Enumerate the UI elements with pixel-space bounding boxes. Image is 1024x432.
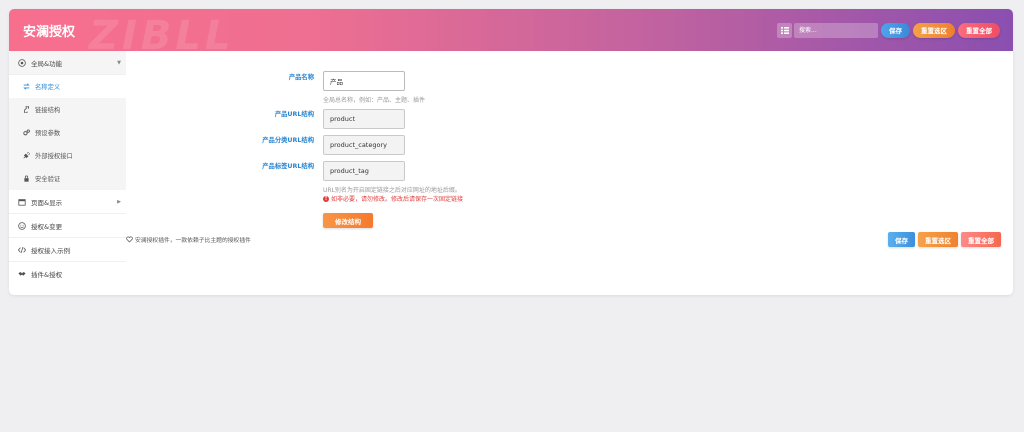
calendar-icon [18,198,26,206]
page-title: 安澜授权 [23,25,76,40]
sidebar-item-label: 预设参数 [35,130,61,137]
sidebar-item-label: 安全验证 [35,176,61,183]
sidebar-item-security[interactable]: 安全验证 [9,167,126,190]
lock-icon [23,175,30,182]
code-icon [18,246,26,254]
footer-reset-all-button[interactable]: 重置全部 [961,232,1001,247]
list-icon [780,26,789,34]
swap-icon [23,83,30,90]
sidebar-item-label: 授权&变更 [31,222,63,231]
tag-url-label: 产品标签URL结构 [262,163,314,170]
product-name-input[interactable] [323,71,405,91]
gears-icon [23,129,30,136]
url-warning: ! 如非必要，请勿修改。修改后请保存一次固定链接 [323,194,463,203]
header: ZIBLL 安澜授权 保存 重置选区 重置全部 [9,9,1013,51]
category-url-input[interactable] [323,135,405,155]
header-watermark: ZIBLL [89,13,235,51]
category-url-label: 产品分类URL结构 [262,137,314,144]
chevron-down-icon: ▼ [117,59,121,66]
warning-icon: ! [323,195,329,202]
sidebar-item-name-definition[interactable]: 名称定义 [9,75,126,98]
sidebar-item-link-structure[interactable]: 链接结构 [9,98,126,121]
sidebar-item-label: 页面&显示 [31,198,63,207]
settings-panel: ZIBLL 安澜授权 保存 重置选区 重置全部 全局&功能 ▼ [9,9,1013,295]
link-icon [23,106,30,113]
plug-icon [23,152,30,159]
reset-section-button[interactable]: 重置选区 [913,22,955,38]
footer-note: 安澜授权插件，一款依赖子比主题的授权插件 [126,235,251,244]
product-url-input[interactable] [323,109,405,129]
url-hint: URL别名为开启固定链接之后对应网址的地址后缀。 [323,187,461,194]
globe-icon [18,58,26,67]
footer-buttons: 保存 重置选区 重置全部 [885,232,1001,247]
search-toggle-button[interactable] [777,22,792,38]
sidebar-submenu: 名称定义 链接结构 预设参数 外部授权接口 安全验证 [9,75,126,190]
sidebar-item-external-api[interactable]: 外部授权接口 [9,144,126,167]
sidebar-item-label: 链接结构 [35,107,61,114]
sidebar-item-presets[interactable]: 预设参数 [9,121,126,144]
sidebar-item-page-display[interactable]: 页面&显示 ▶ [9,190,126,214]
smile-icon [18,221,26,230]
footer-save-button[interactable]: 保存 [888,232,915,247]
tag-url-input[interactable] [323,161,405,181]
header-tools: 保存 重置选区 重置全部 [777,22,1000,38]
main-content: 产品名称 全局总名称，例如：产品、主题、插件 产品URL结构 产品分类URL结构… [126,51,1013,295]
sidebar-item-label: 外部授权接口 [35,153,73,160]
footer-note-text: 安澜授权插件，一款依赖子比主题的授权插件 [135,238,251,244]
save-button[interactable]: 保存 [881,22,910,38]
sidebar-item-label: 名称定义 [35,84,61,91]
reset-all-button[interactable]: 重置全部 [958,22,1000,38]
search-input[interactable] [794,22,878,38]
sidebar-item-global[interactable]: 全局&功能 ▼ [9,51,126,75]
chevron-right-icon: ▶ [117,198,121,205]
url-warning-text: 如非必要，请勿修改。修改后请保存一次固定链接 [331,196,464,203]
sidebar-item-label: 全局&功能 [31,59,63,68]
sidebar-item-integration-example[interactable]: 授权接入示例 [9,238,126,262]
product-name-label: 产品名称 [288,74,314,81]
modify-structure-button[interactable]: 修改结构 [323,213,373,228]
product-url-label: 产品URL结构 [274,111,314,118]
sidebar-item-plugin-license[interactable]: 插件&授权 [9,262,126,286]
sidebar-item-label: 授权接入示例 [31,246,70,255]
product-name-hint: 全局总名称，例如：产品、主题、插件 [323,97,426,104]
sidebar: 全局&功能 ▼ 名称定义 链接结构 预设参数 外部授权接口 安全验证 页面&显示… [9,51,126,295]
sidebar-item-license-change[interactable]: 授权&变更 [9,214,126,238]
handshake-icon [18,270,26,278]
footer-reset-section-button[interactable]: 重置选区 [918,232,958,247]
heart-icon [126,236,133,243]
sidebar-item-label: 插件&授权 [31,271,63,279]
